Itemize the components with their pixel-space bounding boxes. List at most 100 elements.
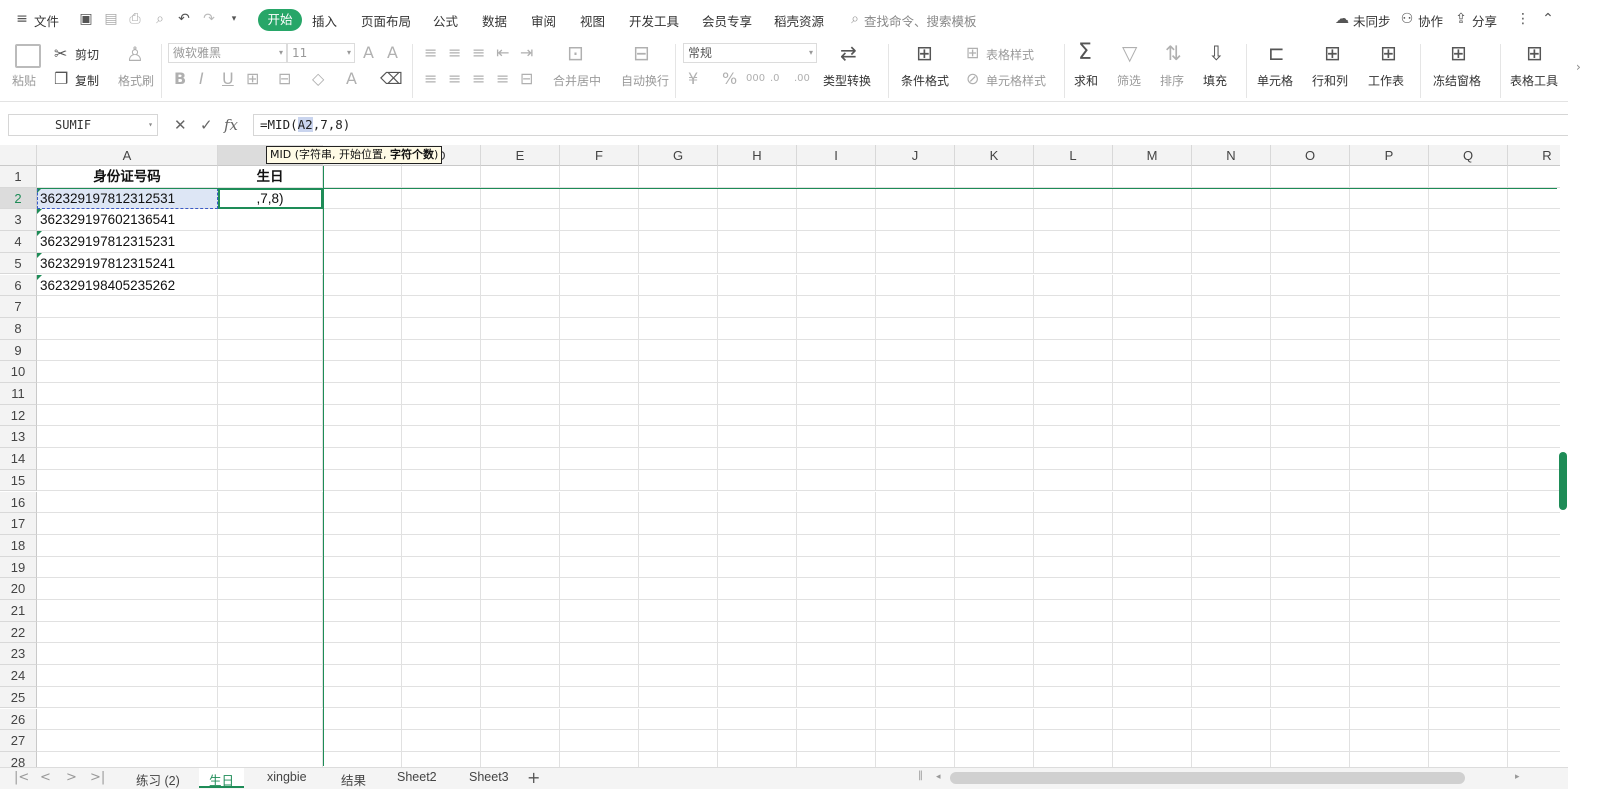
cell-i18[interactable] <box>797 534 876 557</box>
cell-m25[interactable] <box>1113 686 1192 709</box>
cell-h23[interactable] <box>718 643 797 666</box>
cell-o4[interactable] <box>1271 231 1350 253</box>
cell-m19[interactable] <box>1113 556 1192 579</box>
cell-g24[interactable] <box>639 665 718 687</box>
cell-p21[interactable] <box>1350 600 1429 622</box>
cell-h9[interactable] <box>718 339 797 362</box>
vertical-scroll-thumb[interactable] <box>1559 452 1567 510</box>
row-header[interactable]: 6 <box>0 274 37 297</box>
row-header[interactable]: 27 <box>0 730 37 752</box>
row-header[interactable]: 10 <box>0 361 37 383</box>
cell-g10[interactable] <box>639 361 718 383</box>
cell-r6[interactable] <box>1508 275 1560 297</box>
cell-i27[interactable] <box>797 730 876 752</box>
cell-f22[interactable] <box>560 621 639 644</box>
cell-d27[interactable] <box>402 730 481 752</box>
cell-o18[interactable] <box>1271 534 1350 557</box>
cell-l1[interactable] <box>1034 166 1113 188</box>
cell-n6[interactable] <box>1192 274 1271 297</box>
cell-d15[interactable] <box>402 469 481 492</box>
cell-b13[interactable] <box>218 426 323 449</box>
cell-j2[interactable] <box>876 187 955 210</box>
cell-g15[interactable] <box>639 469 718 492</box>
cell-h6[interactable] <box>718 274 797 297</box>
cell-a10[interactable] <box>37 361 218 383</box>
cell-j15[interactable] <box>876 469 955 492</box>
cell-i3[interactable] <box>797 209 876 232</box>
cell-j6[interactable] <box>876 274 955 297</box>
cell-i11[interactable] <box>797 383 876 405</box>
cell-f19[interactable] <box>560 556 639 579</box>
cell-k24[interactable] <box>955 665 1034 687</box>
cell-b17[interactable] <box>218 513 323 535</box>
currency-icon[interactable]: ¥ <box>688 69 698 89</box>
cell-g9[interactable] <box>639 339 718 362</box>
cell-i17[interactable] <box>797 513 876 535</box>
cell-m8[interactable] <box>1113 317 1192 340</box>
cell-h3[interactable] <box>718 209 797 232</box>
cell-b12[interactable] <box>218 404 323 427</box>
cell-m24[interactable] <box>1113 665 1192 687</box>
cell-p28[interactable] <box>1350 751 1429 767</box>
cell-i15[interactable] <box>797 469 876 492</box>
cell-f10[interactable] <box>560 361 639 383</box>
cell-k15[interactable] <box>955 469 1034 492</box>
cell-k17[interactable] <box>955 513 1034 535</box>
cell-c14[interactable] <box>323 448 402 470</box>
cell-k28[interactable] <box>955 751 1034 767</box>
name-box[interactable]: SUMIF ▾ <box>8 114 158 136</box>
cell-g13[interactable] <box>639 426 718 449</box>
cell-o28[interactable] <box>1271 751 1350 767</box>
cell-m13[interactable] <box>1113 426 1192 449</box>
next-sheet-icon[interactable]: > <box>66 770 77 785</box>
cell-e5[interactable] <box>481 252 560 275</box>
cell-b19[interactable] <box>218 556 323 579</box>
bold-icon[interactable]: B <box>174 69 186 89</box>
cell-d16[interactable] <box>402 491 481 514</box>
formula-input[interactable]: =MID(A2,7,8) <box>253 114 1599 136</box>
cell-b22[interactable] <box>218 621 323 644</box>
row-header[interactable]: 11 <box>0 383 37 405</box>
column-header[interactable]: A <box>37 145 218 166</box>
font-color-icon[interactable]: A <box>346 69 357 89</box>
cell-m21[interactable] <box>1113 600 1192 622</box>
cell-r14[interactable] <box>1508 448 1560 470</box>
cell-r16[interactable] <box>1508 492 1560 514</box>
cell-h20[interactable] <box>718 578 797 600</box>
cell-j4[interactable] <box>876 231 955 253</box>
cell-b5[interactable] <box>218 252 323 275</box>
clear-icon[interactable]: ⌫ <box>380 69 403 89</box>
cut-button[interactable]: 剪切 <box>75 46 99 63</box>
command-search[interactable]: 查找命令、搜索模板 <box>864 11 977 30</box>
cell-a20[interactable] <box>37 578 218 600</box>
cell-j20[interactable] <box>876 578 955 600</box>
cell-h27[interactable] <box>718 730 797 752</box>
cell-q27[interactable] <box>1429 730 1508 752</box>
cell-i1[interactable] <box>797 166 876 188</box>
cell-o8[interactable] <box>1271 317 1350 340</box>
cell-b18[interactable] <box>218 534 323 557</box>
cell-f12[interactable] <box>560 404 639 427</box>
cell-a23[interactable] <box>37 643 218 666</box>
column-header[interactable]: J <box>876 145 955 166</box>
cell-a14[interactable] <box>37 448 218 470</box>
cell-g1[interactable] <box>639 166 718 188</box>
merge-center-button[interactable]: 合并居中 <box>553 72 601 89</box>
cell-a12[interactable] <box>37 404 218 427</box>
cell-c13[interactable] <box>323 426 402 449</box>
cell-o26[interactable] <box>1271 708 1350 731</box>
cell-n5[interactable] <box>1192 252 1271 275</box>
cell-c15[interactable] <box>323 469 402 492</box>
justify-icon[interactable]: ≡ <box>496 69 509 89</box>
row-header[interactable]: 18 <box>0 534 37 557</box>
cell-f15[interactable] <box>560 469 639 492</box>
cell-f28[interactable] <box>560 751 639 767</box>
cell-f11[interactable] <box>560 383 639 405</box>
cell-j12[interactable] <box>876 404 955 427</box>
cell-a21[interactable] <box>37 600 218 622</box>
row-header[interactable]: 21 <box>0 600 37 622</box>
table-tools-button[interactable]: 表格工具 <box>1510 72 1558 89</box>
cell-d24[interactable] <box>402 665 481 687</box>
cell-o23[interactable] <box>1271 643 1350 666</box>
row-header[interactable]: 8 <box>0 317 37 340</box>
